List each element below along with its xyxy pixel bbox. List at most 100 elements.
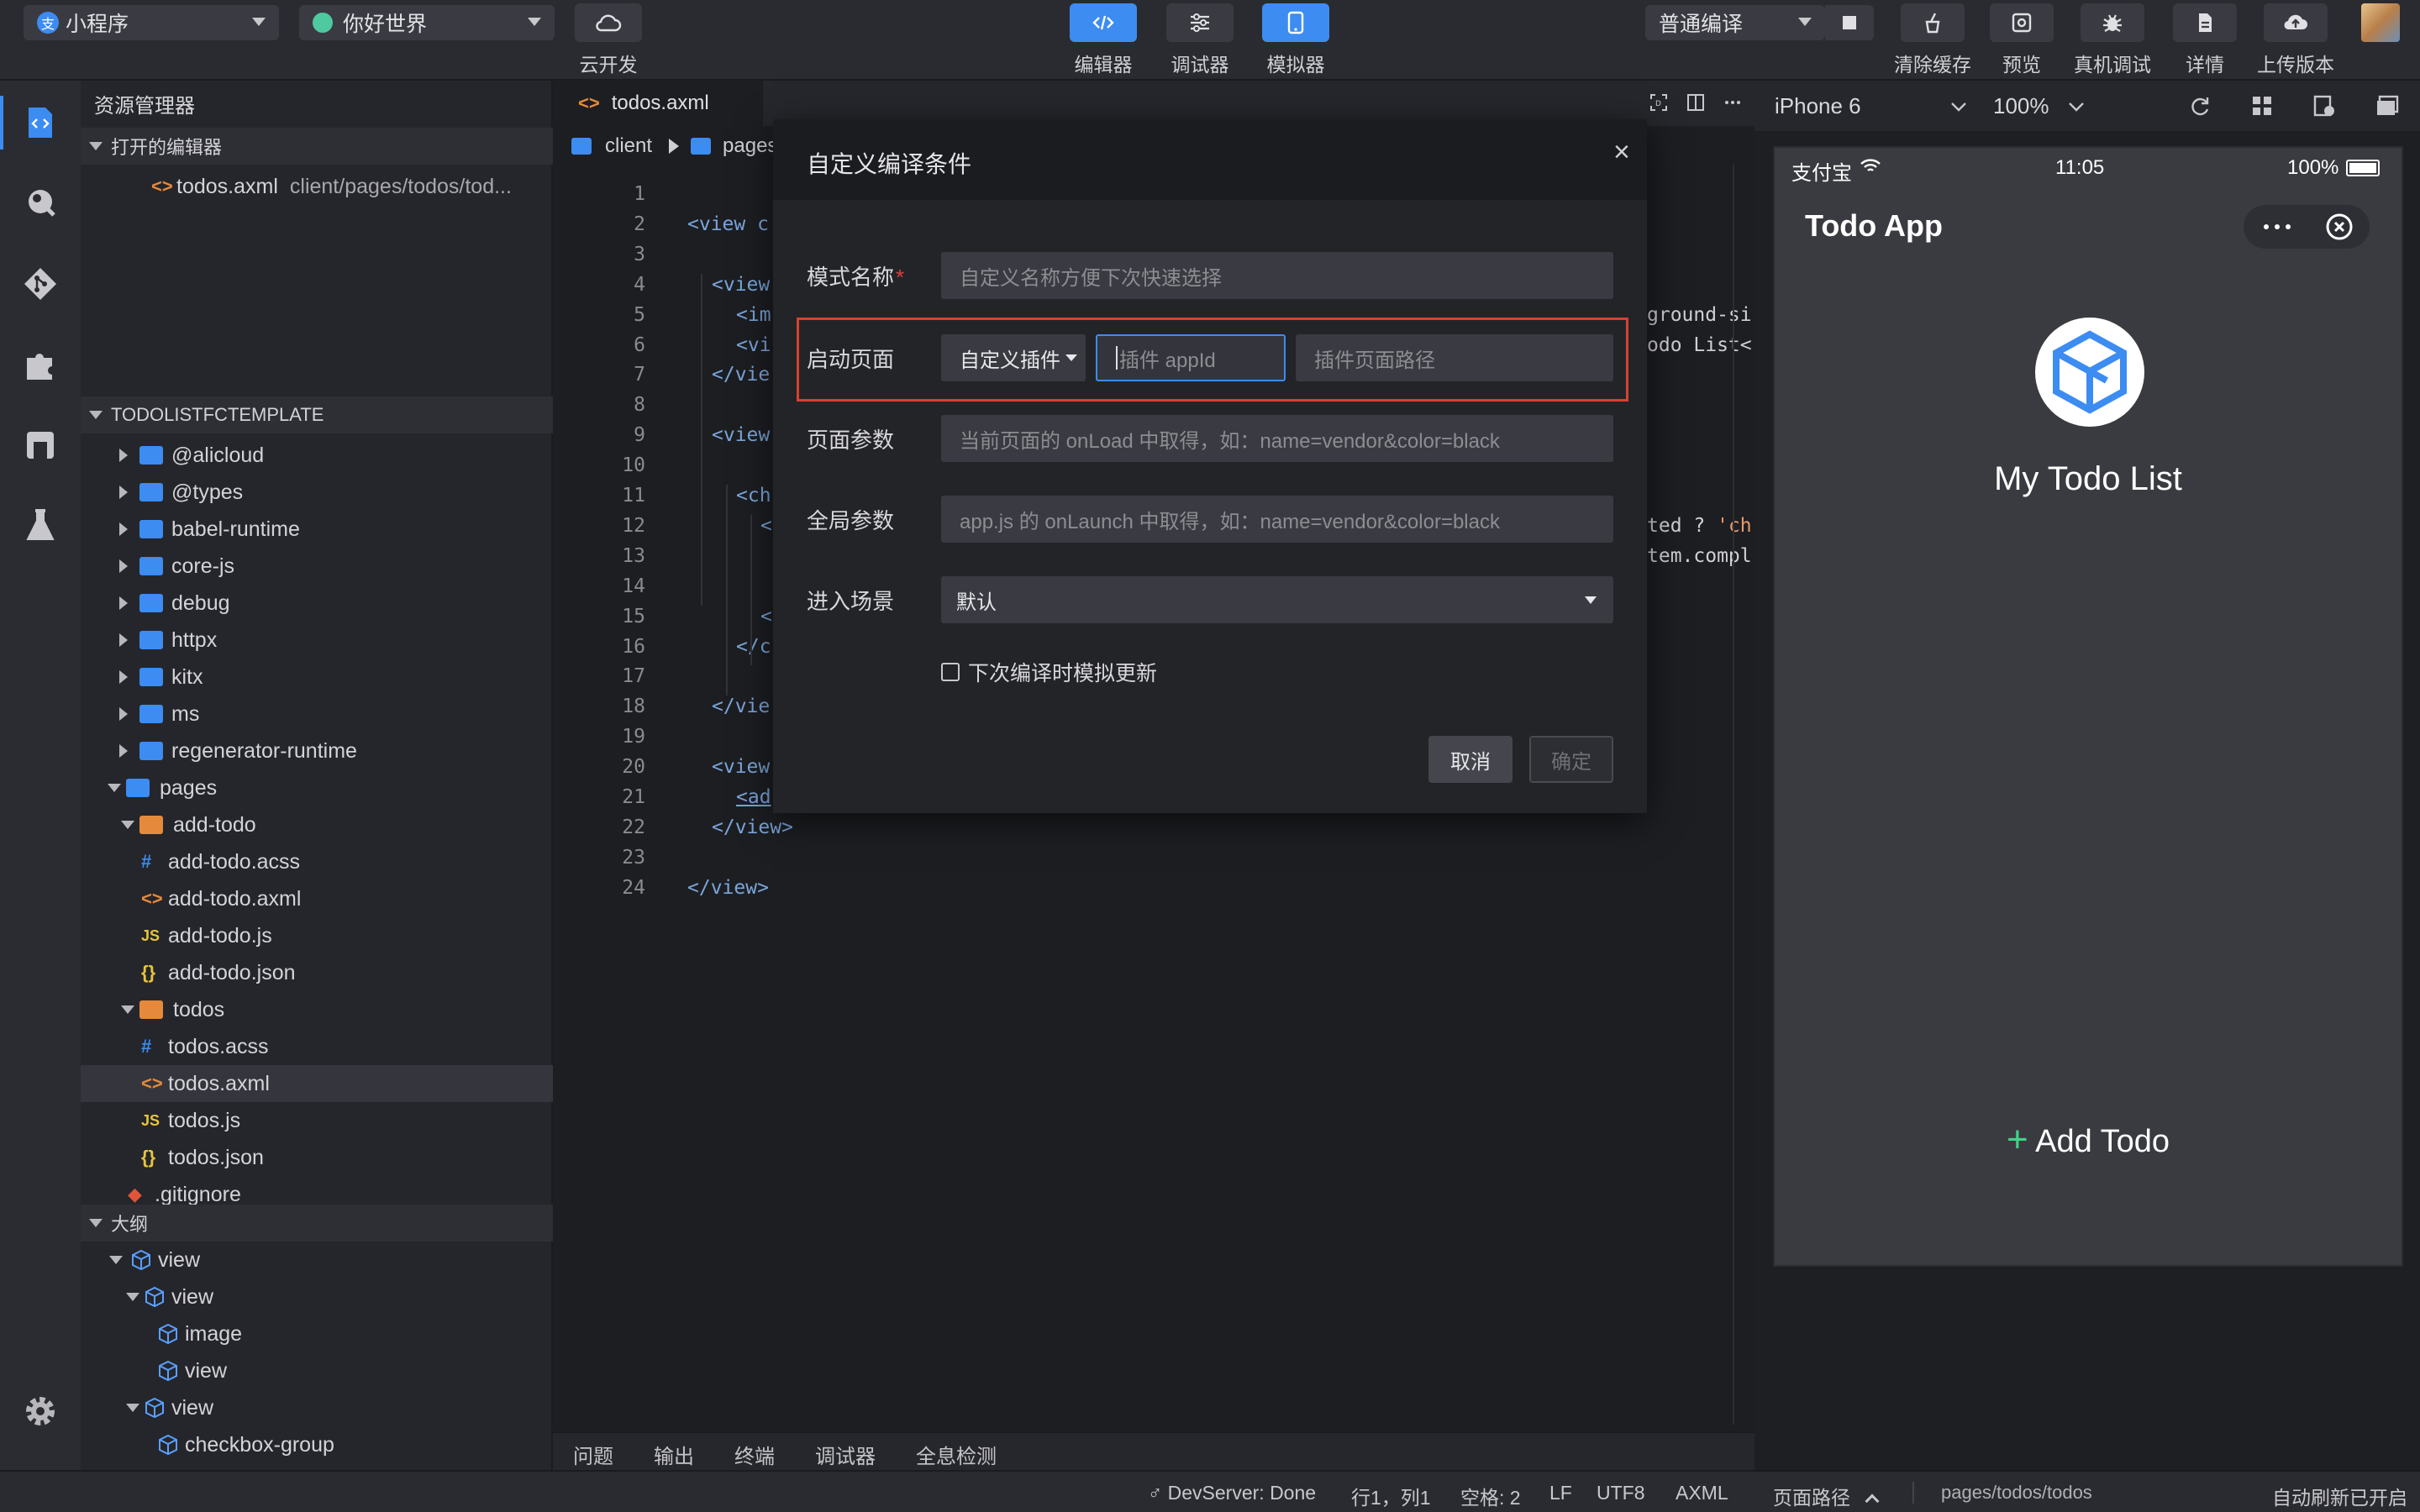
simulate-update-checkbox[interactable] [941, 663, 960, 681]
zoom-select[interactable]: 100% [1993, 91, 2086, 121]
folder-item-todos[interactable]: todos [81, 991, 553, 1028]
launch-type-select[interactable]: 自定义插件 [941, 334, 1086, 381]
refresh-icon[interactable] [2188, 94, 2212, 118]
folder-item-kitx[interactable]: kitx [81, 659, 553, 696]
tab-debugger[interactable]: 调试器 [815, 1440, 876, 1469]
folder-item-debug[interactable]: debug [81, 585, 553, 622]
outline-item-view[interactable]: view [81, 1278, 553, 1315]
line-ending[interactable]: LF [1549, 1482, 1572, 1504]
simulator-button[interactable] [1262, 3, 1329, 42]
cloud-dev-label: 云开发 [579, 54, 638, 76]
folder-item-pages[interactable]: pages [81, 769, 553, 806]
page-settings-icon[interactable] [2312, 94, 2336, 118]
tab-output[interactable]: 输出 [654, 1440, 694, 1469]
file-item-add-todo-axml[interactable]: <> add-todo.axml [81, 880, 553, 917]
open-editors-header[interactable]: 打开的编辑器 [81, 128, 553, 165]
close-icon[interactable]: × [1613, 136, 1630, 169]
page-path-toggle[interactable]: 页面路径 [1773, 1482, 1880, 1510]
code-line-7: </vie [712, 364, 771, 386]
language-mode[interactable]: AXML [1676, 1482, 1728, 1504]
flask-test-icon[interactable] [20, 506, 60, 546]
tab-holographic-check[interactable]: 全息检测 [916, 1440, 997, 1469]
cloud-dev-button[interactable] [575, 3, 642, 42]
global-params-input[interactable]: app.js 的 onLaunch 中取得，如：name=vendor&colo… [941, 496, 1613, 543]
settings-gear-icon[interactable] [20, 1391, 60, 1431]
tab-terminal[interactable]: 终端 [734, 1440, 775, 1469]
outline-item-image[interactable]: image [81, 1315, 553, 1352]
breadcrumb-item[interactable]: client [605, 134, 652, 158]
cursor-position[interactable]: 行1，列1 [1351, 1482, 1431, 1510]
more-icon[interactable] [2262, 223, 2292, 231]
outline-header[interactable]: 大纲 [81, 1205, 553, 1242]
status-bar: 支付宝 11:05 100% [1775, 148, 2402, 190]
device-select[interactable]: iPhone 6 [1775, 91, 1968, 121]
line-number: 12 [622, 514, 645, 537]
devserver-status[interactable]: ♂ DevServer: Done [1148, 1482, 1316, 1504]
more-icon[interactable] [1723, 92, 1743, 113]
explorer-code-icon[interactable] [20, 102, 60, 143]
file-encoding[interactable]: UTF8 [1597, 1482, 1645, 1504]
folder-item-add-todo[interactable]: add-todo [81, 806, 553, 843]
file-item-add-todo-js[interactable]: JS add-todo.js [81, 917, 553, 954]
outline-item-view[interactable]: view [81, 1352, 553, 1389]
file-item-add-todo-json[interactable]: {} add-todo.json [81, 954, 553, 991]
indent-setting[interactable]: 空格: 2 [1460, 1482, 1521, 1510]
simulate-update-option[interactable]: 下次编译时模拟更新 [941, 657, 1157, 687]
file-item-todos-axml[interactable]: <> todos.axml [81, 1065, 553, 1102]
folder-item-alicloud[interactable]: @alicloud [81, 437, 553, 474]
plugin-puzzle-icon[interactable] [20, 344, 60, 385]
clear-cache-button[interactable] [1901, 3, 1965, 42]
file-item-todos-js[interactable]: JS todos.js [81, 1102, 553, 1139]
open-editor-item[interactable]: <> todos.axml client/pages/todos/tod... [81, 168, 553, 205]
details-button[interactable] [2173, 3, 2237, 42]
app-title: Todo App [1805, 208, 1943, 243]
window-icon[interactable] [2375, 94, 2400, 118]
plugin-path-input[interactable]: 插件页面路径 [1296, 334, 1613, 381]
code-line-21: <ad [736, 786, 771, 808]
user-avatar[interactable] [2361, 3, 2400, 42]
close-app-icon[interactable] [2324, 212, 2354, 242]
axml-file-icon: <> [578, 92, 600, 113]
search-icon[interactable] [20, 183, 60, 223]
preview-button[interactable] [1990, 3, 2054, 42]
compile-mode-select[interactable]: 普通编译 [1645, 5, 1825, 40]
upload-button[interactable] [2264, 3, 2328, 42]
outline-item-view[interactable]: view [81, 1389, 553, 1426]
page-params-input[interactable]: 当前页面的 onLoad 中取得，如：name=vendor&color=bla… [941, 415, 1613, 462]
tab-problems[interactable]: 问题 [573, 1440, 613, 1469]
outline-item-view[interactable]: view [81, 1242, 553, 1278]
debugger-button[interactable] [1166, 3, 1234, 42]
git-icon[interactable] [20, 264, 60, 304]
confirm-button[interactable]: 确定 [1529, 736, 1613, 783]
device-debug-button[interactable] [2081, 3, 2144, 42]
open-preview-icon[interactable]: D [1649, 92, 1669, 113]
folder-item-types[interactable]: @types [81, 474, 553, 511]
folder-item-ms[interactable]: ms [81, 696, 553, 732]
project-select[interactable]: 你好世界 [299, 5, 555, 40]
breadcrumb-item[interactable]: pages [723, 134, 777, 158]
folder-icon [139, 483, 163, 501]
line-number: 22 [622, 816, 645, 838]
auto-refresh-status[interactable]: 自动刷新已开启 [2272, 1482, 2407, 1510]
folder-item-regenerator-runtime[interactable]: regenerator-runtime [81, 732, 553, 769]
plugin-appid-input[interactable]: 插件 appId [1096, 334, 1286, 381]
cancel-button[interactable]: 取消 [1428, 736, 1512, 783]
project-root-header[interactable]: TODOLISTFCTEMPLATE [81, 396, 553, 433]
add-todo-button[interactable]: + Add Todo [1775, 1119, 2402, 1161]
store-icon[interactable] [20, 425, 60, 465]
editor-button[interactable] [1070, 3, 1137, 42]
file-item-todos-acss[interactable]: # todos.acss [81, 1028, 553, 1065]
folder-item-httpx[interactable]: httpx [81, 622, 553, 659]
scene-select[interactable]: 默认 [941, 576, 1613, 623]
project-type-select[interactable]: 支 小程序 [24, 5, 279, 40]
folder-item-core-js[interactable]: core-js [81, 548, 553, 585]
mode-name-input[interactable]: 自定义名称方便下次快速选择 [941, 252, 1613, 299]
grid-icon[interactable] [2250, 94, 2274, 118]
tab-todos-axml[interactable]: <> todos.axml [553, 81, 763, 126]
stop-compile-button[interactable] [1825, 5, 1874, 40]
outline-item-checkbox-group[interactable]: checkbox-group [81, 1426, 553, 1463]
split-editor-icon[interactable] [1686, 92, 1706, 113]
folder-item-babel-runtime[interactable]: babel-runtime [81, 511, 553, 548]
file-item-add-todo-acss[interactable]: # add-todo.acss [81, 843, 553, 880]
file-item-todos-json[interactable]: {} todos.json [81, 1139, 553, 1176]
